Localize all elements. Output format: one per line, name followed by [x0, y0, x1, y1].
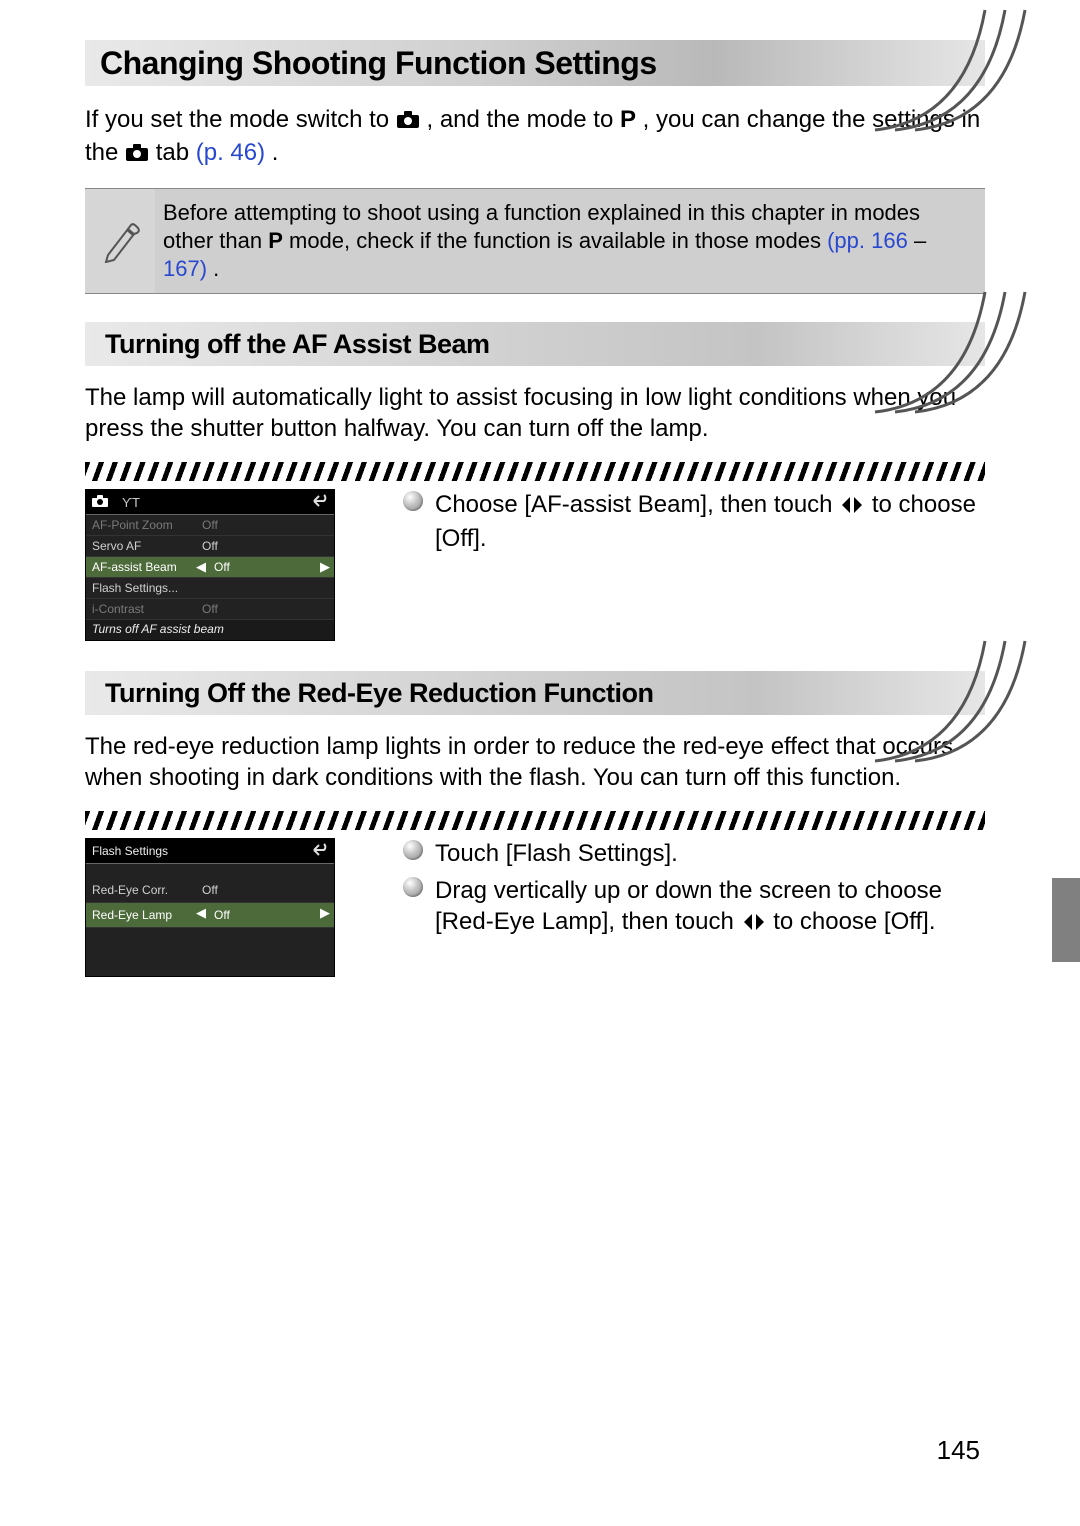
menu-row: Flash Settings...	[86, 578, 334, 599]
back-icon	[310, 843, 328, 860]
menu-row: Red-Eye Corr. Off	[86, 878, 334, 903]
menu-title: Flash Settings	[92, 844, 168, 858]
page-number: 145	[937, 1435, 980, 1466]
pencil-icon	[85, 189, 155, 293]
text-run: –	[914, 228, 926, 253]
page-title-bar: Changing Shooting Function Settings	[85, 40, 985, 86]
menu-label: i-Contrast	[92, 602, 202, 616]
section-body: The lamp will automatically light to ass…	[85, 382, 985, 444]
text-run: Touch [Flash Settings].	[435, 840, 678, 867]
text-run: If you set the mode switch to	[85, 106, 396, 133]
section-heading: Turning Off the Red-Eye Reduction Functi…	[85, 671, 985, 715]
page-reference[interactable]: 167)	[163, 256, 207, 281]
menu-row: i-Contrast Off	[86, 599, 334, 620]
menu-value: Off	[202, 908, 328, 922]
text-run: .	[272, 139, 279, 166]
text-run: mode, check if the function is available…	[289, 228, 827, 253]
left-arrow-icon: ◀	[196, 905, 206, 921]
hint-text: Before attempting to shoot using a funct…	[155, 189, 985, 293]
menu-value: Off	[202, 883, 328, 897]
menu-label: Red-Eye Lamp	[92, 908, 202, 922]
text-run: tab	[156, 139, 196, 166]
section-heading: Turning off the AF Assist Beam	[85, 322, 985, 366]
slash-divider	[85, 811, 985, 830]
mode-p-letter: P	[268, 228, 283, 253]
menu-label: AF-Point Zoom	[92, 518, 202, 532]
left-right-arrows-icon	[839, 492, 865, 523]
page-reference[interactable]: (pp. 166	[827, 228, 908, 253]
camera-menu-screenshot: Flash Settings Red-Eye Corr. Off Red-Eye…	[85, 838, 385, 977]
menu-spacer	[86, 928, 334, 952]
menu-spacer	[86, 864, 334, 878]
menu-value: Off	[202, 518, 328, 532]
tools-tab-icon: ϒT	[122, 495, 140, 510]
menu-row: Servo AF Off	[86, 536, 334, 557]
page-reference[interactable]: (p. 46)	[196, 139, 265, 166]
cam-tab-bar: ϒT	[86, 490, 334, 515]
text-run: .	[213, 256, 219, 281]
mode-p-letter: P	[620, 106, 636, 133]
camera-icon	[125, 139, 149, 170]
instruction-item: Choose [AF-assist Beam], then touch to c…	[403, 489, 985, 554]
menu-row-selected: Red-Eye Lamp ◀ Off ▶	[86, 903, 334, 928]
camera-icon	[396, 106, 420, 137]
hint-box: Before attempting to shoot using a funct…	[85, 188, 985, 294]
cam-tab-bar: Flash Settings	[86, 839, 334, 864]
text-run: to choose [Off].	[773, 908, 935, 935]
camera-tab-icon	[92, 495, 108, 510]
menu-label: Red-Eye Corr.	[92, 883, 202, 897]
bullet-icon	[403, 877, 423, 897]
menu-footer: Turns off AF assist beam	[86, 620, 334, 640]
menu-value: Off	[202, 602, 328, 616]
menu-value: Off	[202, 539, 328, 553]
section-tab-marker	[1052, 878, 1080, 962]
intro-paragraph: If you set the mode switch to , and the …	[85, 104, 985, 170]
menu-spacer	[86, 952, 334, 976]
menu-value: Off	[202, 560, 328, 574]
left-right-arrows-icon	[741, 909, 767, 940]
instruction-item: Touch [Flash Settings].	[403, 838, 985, 869]
text-run: Choose [AF-assist Beam], then touch	[435, 491, 839, 518]
right-arrow-icon: ▶	[320, 559, 330, 575]
back-icon	[310, 494, 328, 511]
bullet-icon	[403, 840, 423, 860]
camera-menu-screenshot: ϒT AF-Point Zoom Off Servo AF Off AF-ass…	[85, 489, 385, 641]
page-title: Changing Shooting Function Settings	[85, 40, 657, 86]
instruction-item: Drag vertically up or down the screen to…	[403, 875, 985, 940]
section-title: Turning Off the Red-Eye Reduction Functi…	[85, 671, 653, 715]
section-body: The red-eye reduction lamp lights in ord…	[85, 731, 985, 793]
menu-label: Flash Settings...	[92, 581, 202, 595]
slash-divider	[85, 462, 985, 481]
menu-label: Servo AF	[92, 539, 202, 553]
menu-row: AF-Point Zoom Off	[86, 515, 334, 536]
menu-row-selected: AF-assist Beam ◀ Off ▶	[86, 557, 334, 578]
left-arrow-icon: ◀	[196, 559, 206, 575]
right-arrow-icon: ▶	[320, 905, 330, 921]
menu-label: AF-assist Beam	[92, 560, 202, 574]
text-run: , and the mode to	[427, 106, 620, 133]
bullet-icon	[403, 491, 423, 511]
section-title: Turning off the AF Assist Beam	[85, 322, 490, 366]
